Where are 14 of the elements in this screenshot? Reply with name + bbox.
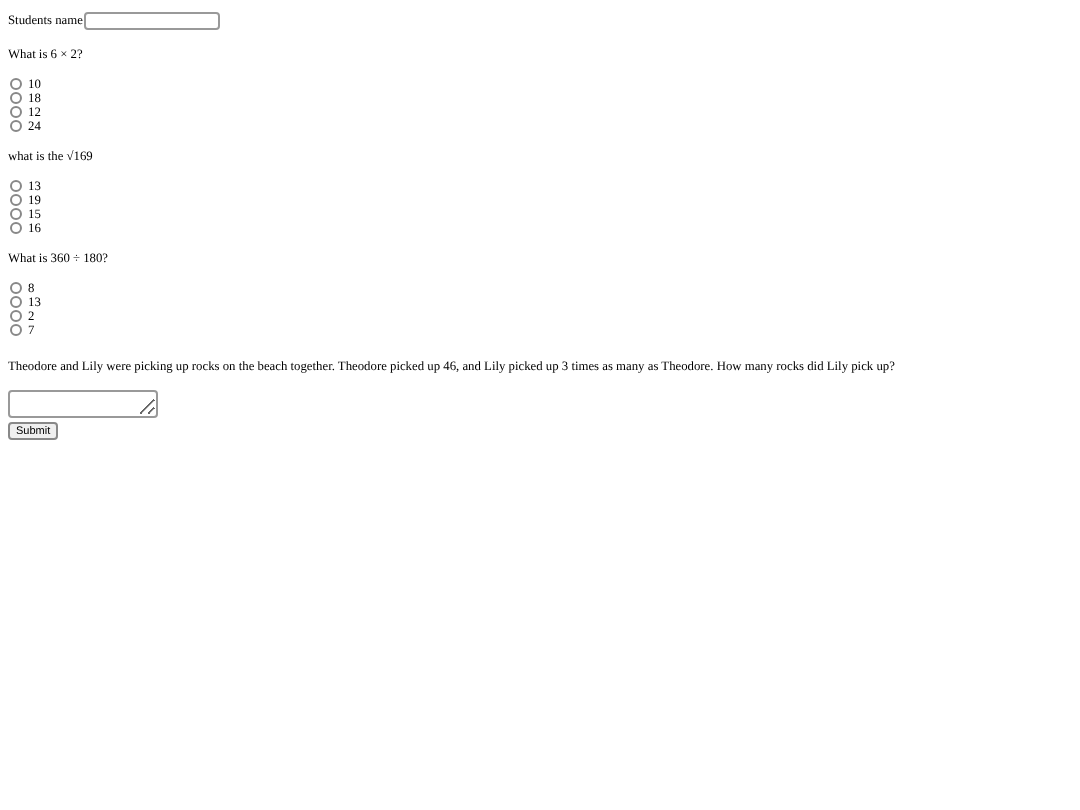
radio-button[interactable] xyxy=(10,222,22,234)
radio-button[interactable] xyxy=(10,180,22,192)
radio-button[interactable] xyxy=(10,92,22,104)
radio-button[interactable] xyxy=(10,310,22,322)
radio-button[interactable] xyxy=(10,282,22,294)
radio-button[interactable] xyxy=(10,120,22,132)
radio-button[interactable] xyxy=(10,106,22,118)
radio-button[interactable] xyxy=(10,194,22,206)
name-input-field[interactable] xyxy=(84,12,221,30)
radio-button[interactable] xyxy=(10,296,22,308)
radio-button[interactable] xyxy=(10,208,22,220)
answer-box[interactable] xyxy=(8,390,158,418)
radio-button[interactable] xyxy=(10,78,22,90)
radio-button[interactable] xyxy=(10,324,22,336)
